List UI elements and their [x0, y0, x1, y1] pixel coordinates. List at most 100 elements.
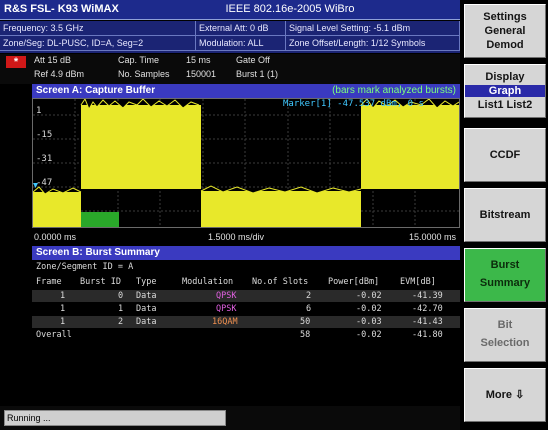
softkey-label: Burst [490, 259, 520, 271]
measurement-area: R&S FSL- K93 WiMAX IEEE 802.16e-2005 WiB… [0, 0, 460, 430]
cell-evm: -42.70 [412, 304, 443, 314]
softkey-label: Bit [497, 319, 513, 331]
screen-b-title: Screen B: Burst Summary [36, 247, 160, 258]
standard-name: IEEE 802.16e-2005 WiBro [225, 3, 355, 15]
external-att-info: External Att: 0 dB [196, 21, 286, 36]
cell-frame: 1 [60, 291, 66, 301]
cell-power: -0.02 [356, 330, 382, 340]
softkey-label: General [484, 25, 526, 37]
ref-level: Ref 4.9 dBm [34, 69, 85, 79]
cell-frame: 1 [60, 304, 66, 314]
capture-buffer-graph[interactable]: Marker[1] -47.537 dBm, 0 s [32, 97, 460, 228]
burst-summary-softkey[interactable]: Burst Summary [464, 248, 546, 302]
y-tick-label: 1 [36, 106, 42, 116]
column-header: EVM[dB] [400, 277, 436, 287]
ccdf-softkey[interactable]: CCDF [464, 128, 546, 182]
softkey-panel: Settings General Demod Display Graph Lis… [460, 0, 548, 430]
cell-burst-id: 1 [118, 304, 124, 314]
column-header: Power[dBm] [328, 277, 380, 287]
cell-power: -0.02 [356, 291, 382, 301]
settings-softkey[interactable]: Settings General Demod [464, 4, 546, 58]
gate-status: Gate Off [236, 55, 270, 65]
x-axis-labels: 0.0000 ms 1.5000 ms/div 15.0000 ms [32, 230, 460, 244]
modulation-info: Modulation: ALL [196, 36, 286, 51]
table-row[interactable]: 1 0 Data QPSK 2 -0.02 -41.39 [32, 290, 460, 302]
screen-a-header: Screen A: Capture Buffer (bars mark anal… [32, 84, 460, 98]
cell-overall-label: Overall [36, 330, 72, 340]
y-tick-label: -47 [36, 178, 53, 188]
cell-evm: -41.43 [412, 317, 443, 327]
cell-slots: 6 [306, 304, 312, 314]
cell-power: -0.03 [356, 317, 382, 327]
cell-slots: 58 [300, 330, 311, 340]
softkey-label: Selection [480, 337, 530, 349]
table-header: Frame Burst ID Type Modulation No.of Slo… [32, 276, 460, 288]
capture-trace-plot [32, 97, 460, 227]
column-header: Type [136, 277, 157, 287]
cell-modulation: 16QAM [212, 317, 238, 327]
softkey-label: Demod [486, 39, 524, 51]
signal-level-info: Signal Level Setting: -5.1 dBm [286, 21, 460, 36]
cell-type: Data [136, 304, 157, 314]
softkey-label: More [485, 389, 512, 401]
softkey-label: Summary [479, 277, 531, 289]
status-text: Running ... [4, 410, 226, 426]
y-tick-label: -31 [36, 154, 53, 164]
cell-frame: 1 [60, 317, 66, 327]
burst-summary-table: Zone/Segment ID = A Frame Burst ID Type … [32, 260, 460, 400]
frequency-info: Frequency: 3.5 GHz [0, 21, 196, 36]
cell-evm: -41.39 [412, 291, 443, 301]
softkey-label: Display [485, 71, 525, 83]
zone-seg-info: Zone/Seg: DL-PUSC, ID=A, Seg=2 [0, 36, 196, 51]
cap-time-label: Cap. Time [118, 55, 160, 65]
samples-label: No. Samples [118, 69, 170, 79]
trace-yellow [33, 105, 459, 227]
bit-selection-softkey[interactable]: Bit Selection [464, 308, 546, 362]
x-end-label: 15.0000 ms [408, 232, 456, 242]
marker-readout: Marker[1] -47.537 dBm, 0 s [283, 99, 424, 109]
cell-burst-id: 0 [118, 291, 124, 301]
screen-b-header: Screen B: Burst Summary [32, 246, 460, 260]
cell-type: Data [136, 291, 157, 301]
cap-time-value: 15 ms [186, 55, 211, 65]
capture-params: * Att 15 dB Ref 4.9 dBm Cap. Time 15 ms … [0, 54, 460, 84]
overall-row[interactable]: Overall 58 -0.02 -41.80 [32, 329, 460, 341]
down-arrow-icon: ⇩ [515, 389, 525, 401]
measurement-info-table: Frequency: 3.5 GHz External Att: 0 dB Si… [0, 21, 460, 53]
cell-type: Data [136, 317, 157, 327]
cell-modulation: QPSK [216, 304, 237, 314]
cell-slots: 2 [306, 291, 312, 301]
title-bar: R&S FSL- K93 WiMAX IEEE 802.16e-2005 WiB… [0, 0, 460, 20]
display-softkey[interactable]: Display Graph List1 List2 [464, 64, 546, 118]
softkey-label: Settings [483, 11, 527, 23]
column-header: No.of Slots [252, 277, 309, 287]
cell-modulation: QPSK [216, 291, 237, 301]
status-bar: Running ... [0, 406, 460, 430]
display-graph-option[interactable]: Graph [465, 85, 545, 97]
cell-slots: 50 [300, 317, 311, 327]
more-softkey[interactable]: More ⇩ [464, 368, 546, 422]
cell-power: -0.02 [356, 304, 382, 314]
column-header: Modulation [182, 277, 234, 287]
x-div-label: 1.5000 ms/div [208, 232, 265, 242]
softkey-label: Bitstream [479, 209, 531, 221]
instrument-name: R&S FSL- K93 WiMAX [4, 3, 119, 15]
column-header: Burst ID [80, 277, 121, 287]
cell-evm: -41.80 [412, 330, 443, 340]
bitstream-softkey[interactable]: Bitstream [464, 188, 546, 242]
star-icon: * [6, 56, 26, 68]
screen-a-title: Screen A: Capture Buffer [36, 85, 156, 96]
display-list-option[interactable]: List1 List2 [465, 99, 545, 111]
fsl-analyzer-window: R&S FSL- K93 WiMAX IEEE 802.16e-2005 WiB… [0, 0, 548, 430]
burst-indicator: Burst 1 (1) [236, 69, 279, 79]
column-header: Frame [36, 277, 62, 287]
table-row[interactable]: 1 1 Data QPSK 6 -0.02 -42.70 [32, 303, 460, 315]
table-row[interactable]: 1 2 Data 16QAM 50 -0.03 -41.43 [32, 316, 460, 328]
att-value: Att 15 dB [34, 55, 72, 65]
zone-segment-id: Zone/Segment ID = A [36, 262, 134, 272]
zone-offset-info: Zone Offset/Length: 1/12 Symbols [286, 36, 460, 51]
softkey-label: CCDF [489, 149, 521, 161]
y-tick-label: -15 [36, 130, 53, 140]
screen-a-note: (bars mark analyzed bursts) [332, 85, 456, 96]
cell-burst-id: 2 [118, 317, 124, 327]
